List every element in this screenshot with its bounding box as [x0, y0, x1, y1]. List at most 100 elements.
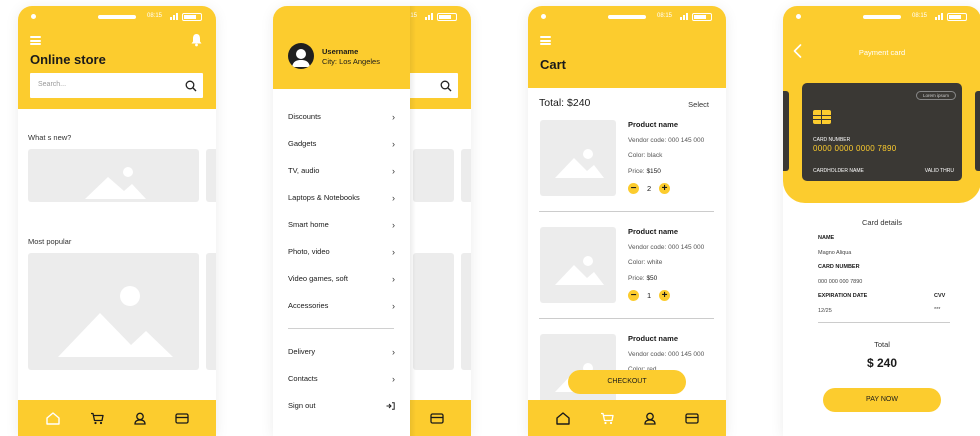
page-title: Cart	[540, 57, 567, 72]
menu-item-laptops[interactable]: Laptops & Notebooks ›	[288, 193, 395, 207]
menu-item-tv-audio[interactable]: TV, audio ›	[288, 166, 395, 180]
speaker-pill	[608, 15, 646, 19]
cart-screen: 08:15 Cart Total: $240 Select Product na…	[528, 6, 726, 436]
popular-item-image[interactable]	[28, 253, 199, 370]
sign-out-icon	[386, 402, 395, 412]
camera-dot	[541, 14, 546, 19]
credit-card[interactable]: Lorem ipsum CARD NUMBER 0000 0000 0000 7…	[802, 83, 962, 181]
menu-item-contacts[interactable]: Contacts ›	[288, 374, 395, 388]
product-image[interactable]	[540, 227, 616, 303]
status-bar: 08:15	[18, 6, 216, 28]
card-number-field[interactable]: 000 000 000 7890	[818, 279, 862, 285]
menu-item-smart-home[interactable]: Smart home ›	[288, 220, 395, 234]
status-bar: 08:15	[783, 6, 980, 28]
menu-item-sign-out[interactable]: Sign out	[288, 401, 395, 415]
hamburger-menu-icon[interactable]	[30, 36, 41, 45]
decrease-qty-button[interactable]: −	[628, 183, 639, 194]
pay-now-button[interactable]: PAY NOW	[823, 388, 941, 412]
cart-icon[interactable]	[598, 409, 616, 427]
user-city: City: Los Angeles	[322, 57, 380, 66]
search-input[interactable]: Search...	[30, 73, 203, 98]
menu-item-label: Gadgets	[288, 139, 317, 148]
menu-item-gadgets[interactable]: Gadgets ›	[288, 139, 395, 153]
battery-icon	[437, 13, 457, 21]
card-chip-icon	[813, 110, 831, 124]
menu-item-label: Photo, video	[288, 247, 330, 256]
name-field[interactable]: Magno Aliqua	[818, 250, 851, 256]
menu-item-label: Video games, soft	[288, 274, 348, 283]
chevron-right-icon: ›	[392, 166, 395, 176]
profile-icon[interactable]	[131, 409, 149, 427]
increase-qty-button[interactable]: +	[659, 290, 670, 301]
prev-card[interactable]	[783, 91, 789, 171]
card-number-field-label: CARD NUMBER	[818, 264, 860, 270]
product-name: Product name	[628, 334, 679, 343]
card-details-title: Card details	[861, 218, 903, 227]
status-time: 08:15	[147, 13, 163, 19]
hamburger-menu-icon[interactable]	[540, 36, 551, 45]
product-color: Color: white	[628, 259, 663, 266]
menu-item-label: TV, audio	[288, 166, 320, 175]
cvv-label: CVV	[934, 293, 946, 299]
chevron-right-icon: ›	[392, 274, 395, 284]
menu-item-delivery[interactable]: Delivery ›	[288, 347, 395, 361]
product-qty: 2	[647, 184, 652, 193]
select-button[interactable]: Select	[688, 100, 709, 109]
card-icon[interactable]	[173, 409, 191, 427]
chevron-right-icon: ›	[392, 247, 395, 257]
bottom-nav	[18, 400, 216, 436]
product-name: Product name	[628, 120, 679, 129]
chevron-right-icon: ›	[392, 374, 395, 384]
avatar[interactable]	[288, 43, 314, 69]
cvv-field[interactable]: ***	[934, 307, 940, 313]
chevron-right-icon: ›	[392, 301, 395, 311]
camera-dot	[31, 14, 36, 19]
price-value: $150	[646, 168, 661, 175]
card-number-label: CARD NUMBER	[813, 137, 851, 143]
card-icon[interactable]	[683, 409, 701, 427]
cart-divider	[539, 211, 714, 212]
menu-item-accessories[interactable]: Accessories ›	[288, 301, 395, 315]
payment-screen: 08:15 Payment card Lorem ipsum CARD NUMB…	[783, 6, 980, 436]
status-time: 08:15	[657, 13, 673, 19]
valid-thru-label: VALID THRU	[924, 168, 954, 174]
home-icon[interactable]	[44, 409, 62, 427]
battery-icon	[947, 13, 967, 21]
product-image[interactable]	[540, 120, 616, 196]
decrease-qty-button[interactable]: −	[628, 290, 639, 301]
speaker-pill	[863, 15, 901, 19]
next-card[interactable]	[975, 91, 980, 171]
price-label: Price:	[628, 275, 645, 282]
new-item-image[interactable]	[206, 149, 216, 202]
image-placeholder-behind	[413, 253, 454, 370]
whats-new-label: What s new?	[28, 133, 72, 142]
total-label: Total	[874, 340, 890, 349]
menu-item-label: Delivery	[288, 347, 316, 356]
product-name: Product name	[628, 227, 679, 236]
menu-item-discounts[interactable]: Discounts ›	[288, 112, 395, 126]
expiration-label: EXPIRATION DATE	[818, 293, 868, 299]
side-drawer: Username City: Los Angeles Discounts › Ga…	[273, 6, 410, 436]
price-value: $50	[646, 275, 658, 282]
profile-icon[interactable]	[641, 409, 659, 427]
details-divider	[818, 322, 950, 323]
image-placeholder-behind	[461, 253, 471, 370]
home-icon[interactable]	[554, 409, 572, 427]
cardholder-label: CARDHOLDER NAME	[813, 168, 864, 174]
battery-icon	[692, 13, 712, 21]
menu-screen: 08:15 Username City: Los Angeles Discoun…	[273, 6, 471, 436]
checkout-button[interactable]: CHECKOUT	[568, 370, 686, 394]
bottom-nav	[528, 400, 726, 436]
increase-qty-button[interactable]: +	[659, 183, 670, 194]
search-icon[interactable]	[185, 79, 197, 97]
product-qty: 1	[647, 291, 652, 300]
menu-item-label: Contacts	[288, 374, 318, 383]
cart-icon[interactable]	[88, 409, 106, 427]
popular-item-image[interactable]	[206, 253, 216, 370]
menu-item-photo-video[interactable]: Photo, video ›	[288, 247, 395, 261]
bell-icon[interactable]	[190, 33, 203, 52]
menu-item-video-games[interactable]: Video games, soft ›	[288, 274, 395, 288]
expiration-field[interactable]: 12/25	[818, 308, 832, 314]
new-item-image[interactable]	[28, 149, 199, 202]
speaker-pill	[98, 15, 136, 19]
